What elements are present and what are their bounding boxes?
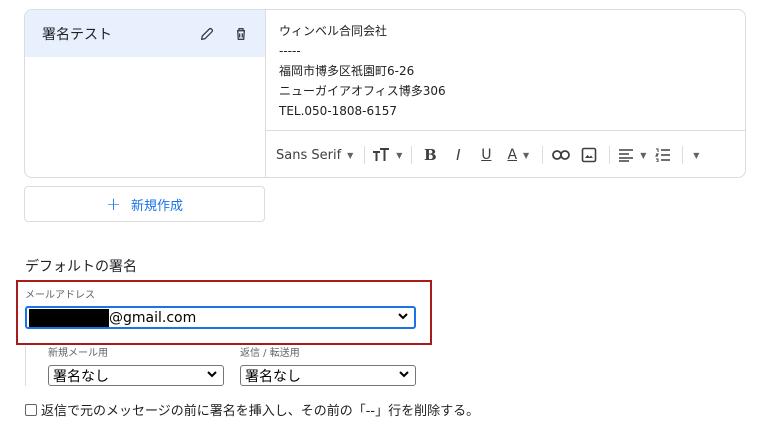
numbered-list-button[interactable] [651,143,675,167]
reply-forward-signature-value: 署名なし [245,368,301,385]
chevron-down-icon [399,370,409,381]
text-color-label: A [507,147,518,163]
toolbar-divider [609,146,611,164]
new-mail-label: 新規メール用 [48,348,108,359]
signature-line: ニューガイアオフィス博多306 [279,84,446,98]
new-mail-signature-select[interactable]: 署名なし [48,365,224,386]
signature-list-item[interactable]: 署名テスト [25,10,265,57]
caret-down-icon: ▼ [396,150,403,160]
signature-body[interactable]: ウィンベル合同会社 ----- 福岡市博多区祇園町6-26 ニューガイアオフィス… [279,21,446,121]
indent-line [25,346,26,386]
link-button[interactable] [548,143,574,167]
new-signature-label: 新規作成 [131,198,184,214]
reply-forward-label: 返信 / 転送用 [240,348,300,359]
toolbar-divider [364,146,366,164]
toolbar-divider [411,146,413,164]
insert-before-quote-label: 返信で元のメッセージの前に署名を挿入し、その前の「--」行を削除する。 [41,404,480,419]
font-size-button[interactable]: ▼ [370,143,404,167]
numbered-list-icon [655,148,671,162]
email-address-label: メールアドレス [25,290,95,301]
chevron-down-icon [207,370,217,381]
image-icon [582,147,597,163]
chevron-down-icon [398,312,408,323]
font-family-dropdown[interactable]: Sans Serif ▼ [276,143,357,167]
align-button[interactable]: ▼ [615,143,649,167]
link-icon [552,150,571,160]
signature-list: 署名テスト [25,10,266,177]
plus-icon: + [105,193,122,215]
reply-forward-signature-select[interactable]: 署名なし [240,365,416,386]
bold-button[interactable]: B [417,143,443,167]
toolbar-divider [682,146,684,164]
signature-line: ----- [279,44,301,58]
email-address-select[interactable]: @gmail.com [25,306,416,329]
caret-down-icon: ▼ [347,150,354,160]
email-address-value: @gmail.com [109,309,197,326]
new-signature-button[interactable]: + 新規作成 [24,186,265,222]
caret-down-icon: ▼ [523,150,530,160]
caret-down-icon: ▼ [640,150,647,160]
formatting-toolbar: Sans Serif ▼ ▼ B I U A ▼ ▼ ▼ [266,130,745,177]
signature-editor[interactable]: ウィンベル合同会社 ----- 福岡市博多区祇園町6-26 ニューガイアオフィス… [266,10,745,177]
signature-line: 福岡市博多区祇園町6-26 [279,64,415,78]
default-signature-title: デフォルトの署名 [25,259,137,275]
signature-line: TEL.050-1808-6157 [279,104,398,118]
caret-down-icon: ▼ [693,150,700,160]
insert-image-button[interactable] [576,143,602,167]
pencil-icon[interactable] [197,24,217,44]
insert-before-quote-option: 返信で元のメッセージの前に署名を挿入し、その前の「--」行を削除する。 [25,400,479,419]
italic-button[interactable]: I [445,143,471,167]
new-mail-signature-value: 署名なし [53,368,109,385]
signature-panel: 署名テスト ウィンベル合同会社 ----- 福岡市博多区祇園町6-26 ニューガ… [24,9,746,178]
underline-button[interactable]: U [473,143,499,167]
text-color-button[interactable]: A ▼ [501,143,535,167]
redacted-block [29,308,109,327]
signature-line: ウィンベル合同会社 [279,24,388,38]
more-formatting-button[interactable]: ▼ [688,143,704,167]
align-left-icon [619,149,634,162]
trash-icon[interactable] [231,24,251,44]
toolbar-divider [542,146,544,164]
insert-before-quote-checkbox[interactable] [25,403,37,416]
signature-name: 署名テスト [42,26,112,43]
font-family-label: Sans Serif [276,147,342,163]
text-size-icon [373,148,390,161]
